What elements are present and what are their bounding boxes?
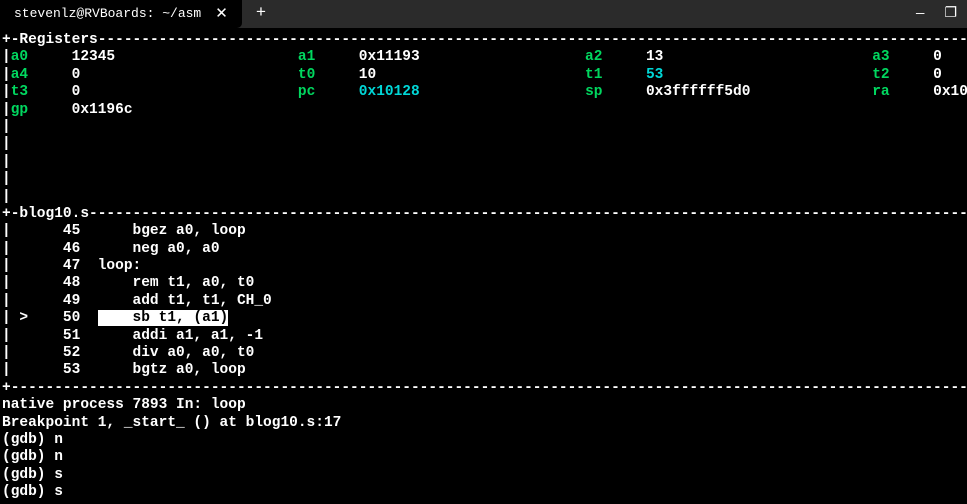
maximize-icon[interactable]: ❐ (944, 6, 957, 23)
title-bar: stevenlz@RVBoards: ~/asm ✕ + — ❐ (0, 0, 967, 28)
terminal-output[interactable]: +-Registers-----------------------------… (0, 28, 967, 502)
terminal-tab[interactable]: stevenlz@RVBoards: ~/asm ✕ (0, 0, 242, 28)
add-tab-icon[interactable]: + (242, 4, 280, 24)
window-controls: — ❐ (916, 6, 967, 23)
minimize-icon[interactable]: — (916, 6, 924, 23)
close-icon[interactable]: ✕ (215, 7, 228, 22)
tab-title: stevenlz@RVBoards: ~/asm (14, 6, 201, 22)
